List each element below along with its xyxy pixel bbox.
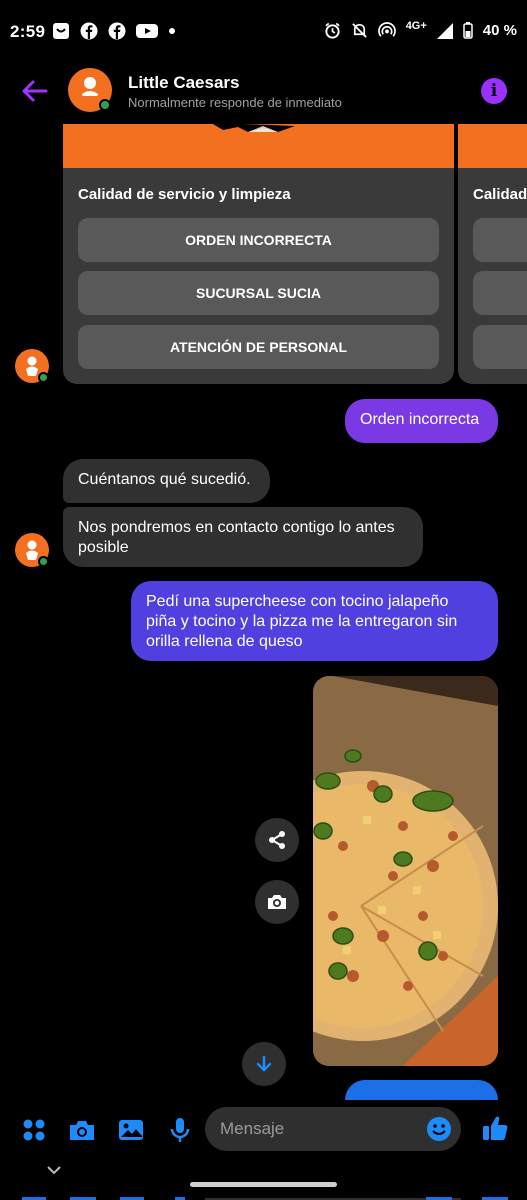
- dirty-branch-button[interactable]: SUCURSAL SUCIA: [78, 271, 439, 315]
- grid-dots-icon: [23, 1119, 45, 1141]
- card-banner-image: [213, 124, 295, 132]
- like-button[interactable]: [480, 1113, 510, 1143]
- share-button[interactable]: [255, 818, 299, 862]
- mute-bell-icon: [351, 23, 367, 38]
- online-indicator: [38, 372, 49, 383]
- camera-button[interactable]: [67, 1115, 97, 1145]
- card-banner: [63, 124, 454, 168]
- message-sent[interactable]: Orden incorrecta: [345, 399, 498, 443]
- message-sent[interactable]: Pedí una supercheese con tocino jalapeño…: [131, 581, 498, 661]
- contact-status: Normalmente responde de inmediato: [128, 95, 342, 110]
- chat-header: Little Caesars Normalmente responde de i…: [0, 64, 527, 124]
- arrow-down-icon: [256, 1055, 272, 1072]
- save-photo-button[interactable]: [255, 880, 299, 924]
- contact-name[interactable]: Little Caesars: [128, 73, 240, 93]
- wrong-order-button[interactable]: ORDEN INCORRECTA: [78, 218, 439, 262]
- battery-icon: [463, 22, 473, 39]
- staff-attention-button[interactable]: ATENCIÓN DE PERSONAL: [78, 325, 439, 369]
- shopping-bag-icon: [53, 23, 69, 39]
- signal-icon: [436, 22, 453, 39]
- youtube-icon: [136, 24, 158, 38]
- dot-icon: [169, 28, 175, 34]
- message-received[interactable]: Nos pondremos en contacto contigo lo ant…: [63, 507, 423, 567]
- hotspot-icon: [377, 22, 396, 37]
- carousel-card-next[interactable]: Calidad: [458, 124, 527, 384]
- chevron-down-icon[interactable]: [44, 1162, 64, 1178]
- camera-icon: [70, 1121, 94, 1140]
- back-arrow-icon[interactable]: [20, 76, 50, 106]
- message-received[interactable]: Cuéntanos qué sucedió.: [63, 459, 270, 503]
- facebook-icon: [80, 22, 98, 40]
- facebook-icon-2: [108, 22, 126, 40]
- card-banner-next: [458, 124, 527, 168]
- network-type: 4G+: [405, 19, 427, 32]
- card-title-next: Calidad: [473, 186, 527, 203]
- online-indicator: [99, 99, 111, 111]
- notification-icons: [52, 22, 176, 40]
- card-next-button-3[interactable]: [473, 325, 527, 369]
- image-icon: [119, 1120, 143, 1140]
- share-icon: [269, 831, 285, 849]
- composer: [0, 1100, 527, 1160]
- bottom-toolbar-peek: [0, 1190, 527, 1200]
- scroll-to-bottom-button[interactable]: [242, 1042, 286, 1086]
- card-next-button-1[interactable]: [473, 218, 527, 262]
- carousel-card: Calidad de servicio y limpieza ORDEN INC…: [63, 124, 454, 384]
- camera-icon: [268, 895, 286, 909]
- card-title: Calidad de servicio y limpieza: [78, 186, 291, 203]
- info-icon[interactable]: i: [481, 78, 507, 104]
- battery-level: 40 %: [482, 22, 517, 39]
- voice-button[interactable]: [165, 1115, 195, 1145]
- thumbs-up-icon: [483, 1116, 508, 1140]
- gallery-button[interactable]: [116, 1115, 146, 1145]
- alarm-icon: [325, 22, 340, 39]
- microphone-icon: [170, 1118, 190, 1142]
- status-bar: 2:59 4G+ 40 %: [0, 0, 527, 64]
- emoji-icon[interactable]: [426, 1116, 452, 1142]
- card-next-button-2[interactable]: [473, 271, 527, 315]
- system-status: 4G+ 40 %: [324, 19, 517, 39]
- apps-button[interactable]: [19, 1115, 49, 1145]
- gesture-handle[interactable]: [190, 1182, 337, 1187]
- pizza-photo-image: [313, 676, 498, 1066]
- message-input[interactable]: [205, 1107, 461, 1151]
- status-time: 2:59: [10, 22, 46, 41]
- toolbar-peek-icons: [22, 1197, 508, 1200]
- online-indicator: [38, 556, 49, 567]
- pizza-photo[interactable]: [313, 676, 498, 1066]
